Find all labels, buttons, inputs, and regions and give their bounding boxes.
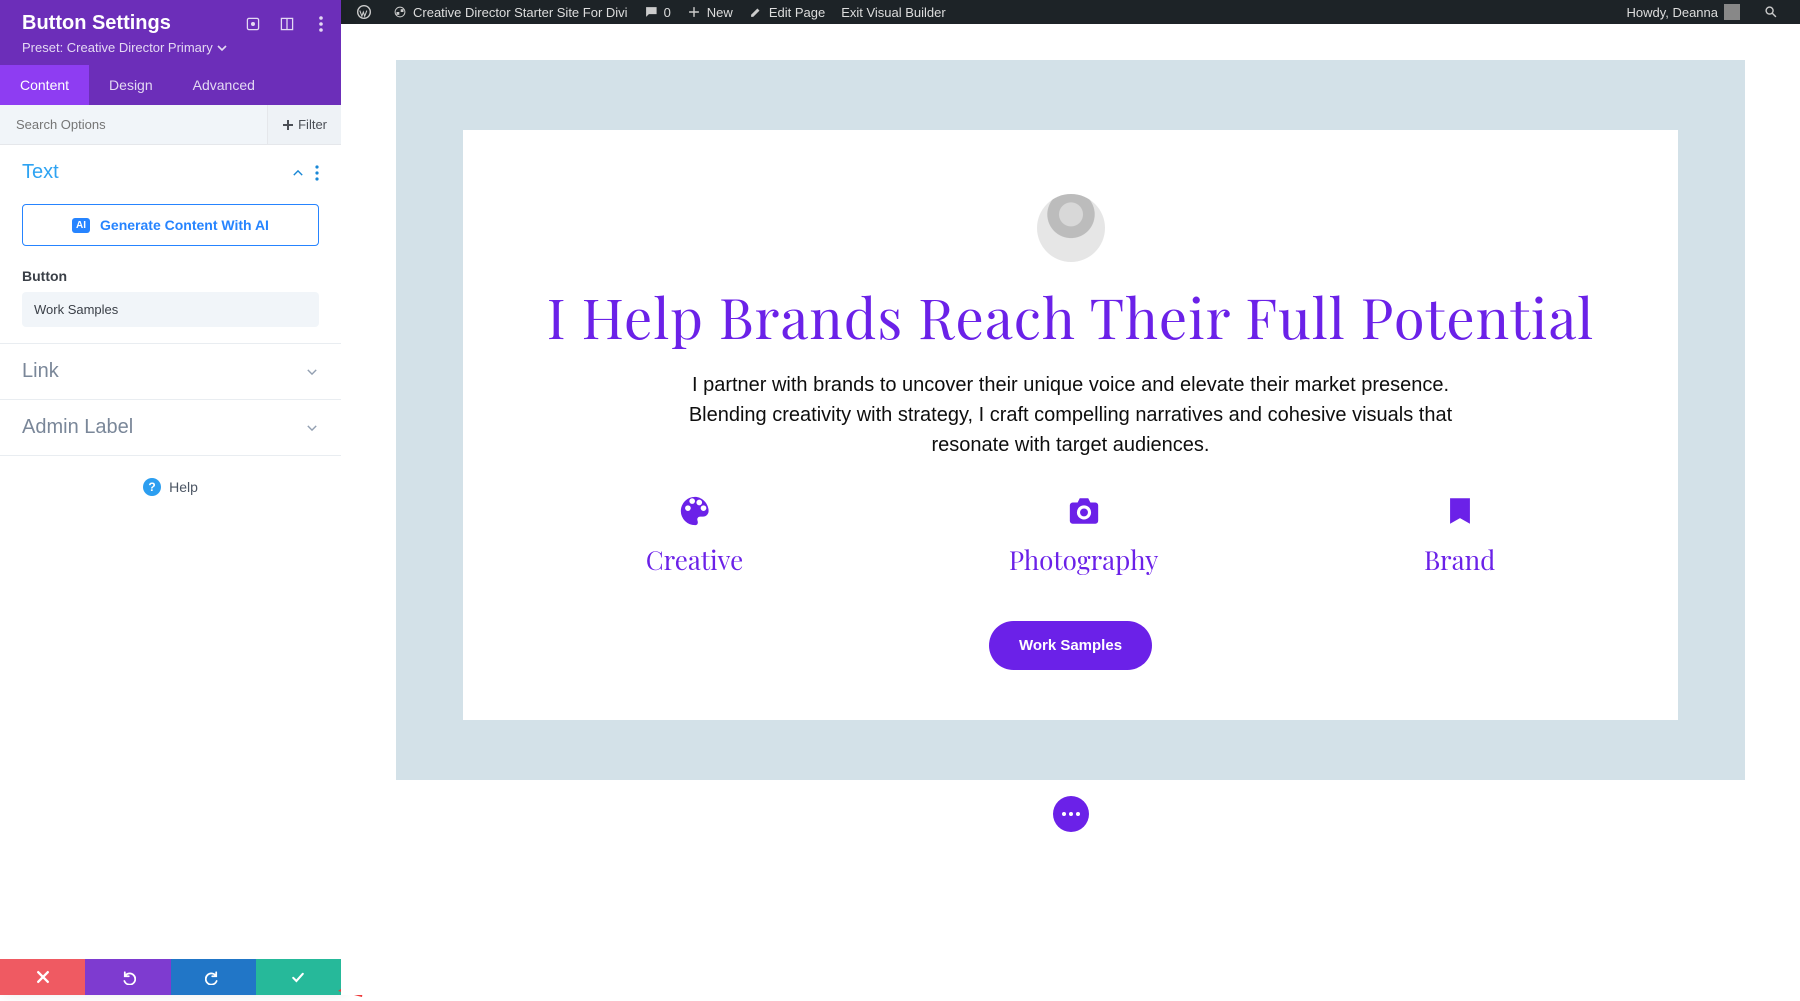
features-row: Creative Photography Brand	[513, 494, 1628, 577]
camera-icon	[1067, 494, 1101, 528]
builder-fab[interactable]	[1053, 796, 1089, 832]
wp-admin-bar: Creative Director Starter Site For Divi …	[341, 0, 1800, 24]
preset-dropdown[interactable]: Preset: Creative Director Primary	[22, 40, 319, 55]
page-canvas: I Help Brands Reach Their Full Potential…	[341, 24, 1800, 995]
layout-icon[interactable]	[275, 12, 299, 41]
hero-headline: I Help Brands Reach Their Full Potential	[513, 286, 1628, 348]
generate-ai-button[interactable]: AI Generate Content With AI	[22, 204, 319, 246]
menu-icon[interactable]	[309, 12, 333, 41]
undo-button[interactable]	[85, 959, 170, 995]
section-link-header[interactable]: Link	[22, 360, 319, 383]
responsive-icon[interactable]	[241, 12, 265, 41]
feature-brand: Brand	[1424, 494, 1495, 577]
section-text: Text AI Generate Content With AI Button …	[0, 145, 341, 344]
avatar-icon	[1724, 4, 1740, 20]
account-menu[interactable]: Howdy, Deanna	[1618, 0, 1748, 24]
more-icon[interactable]	[315, 165, 319, 181]
work-samples-button[interactable]: Work Samples	[989, 621, 1152, 670]
save-button[interactable]	[256, 959, 341, 995]
chevron-down-icon	[305, 421, 319, 435]
help-link[interactable]: ? Help	[0, 456, 341, 518]
settings-actions	[0, 959, 341, 995]
feature-creative: Creative	[646, 494, 744, 577]
ai-icon: AI	[72, 218, 90, 233]
palette-icon	[678, 494, 712, 528]
comments[interactable]: 0	[636, 0, 679, 24]
settings-header: Button Settings Preset: Creative Directo…	[0, 0, 341, 65]
button-field-label: Button	[22, 268, 319, 284]
settings-sidebar: Button Settings Preset: Creative Directo…	[0, 0, 341, 995]
new-content[interactable]: New	[679, 0, 741, 24]
author-avatar	[1037, 194, 1105, 262]
plus-icon	[282, 119, 294, 131]
site-title: Creative Director Starter Site For Divi	[413, 5, 628, 20]
chevron-down-icon	[217, 43, 227, 53]
edit-page[interactable]: Edit Page	[741, 0, 833, 24]
section-link: Link	[0, 344, 341, 400]
wp-logo[interactable]	[349, 0, 385, 24]
chevron-up-icon	[291, 166, 305, 180]
hero-card: I Help Brands Reach Their Full Potential…	[463, 130, 1678, 720]
filter-button[interactable]: Filter	[267, 105, 341, 144]
section-text-header[interactable]: Text	[22, 161, 319, 184]
hero-subtext: I partner with brands to uncover their u…	[671, 370, 1471, 460]
chevron-down-icon	[305, 365, 319, 379]
tab-advanced[interactable]: Advanced	[173, 65, 275, 105]
cancel-button[interactable]	[0, 959, 85, 995]
exit-visual-builder[interactable]: Exit Visual Builder	[833, 0, 954, 24]
comments-count: 0	[664, 5, 671, 20]
section-admin-label: Admin Label	[0, 400, 341, 456]
bookmark-icon	[1443, 494, 1477, 528]
section-admin-header[interactable]: Admin Label	[22, 416, 319, 439]
search-input[interactable]	[0, 105, 267, 144]
site-switcher[interactable]: Creative Director Starter Site For Divi	[385, 0, 636, 24]
options-search-row: Filter	[0, 105, 341, 145]
admin-search[interactable]	[1756, 0, 1792, 24]
tab-design[interactable]: Design	[89, 65, 173, 105]
redo-button[interactable]	[171, 959, 256, 995]
feature-photography: Photography	[1009, 494, 1158, 577]
tab-content[interactable]: Content	[0, 65, 89, 105]
help-icon: ?	[143, 478, 161, 496]
new-label: New	[707, 5, 733, 20]
settings-tabs: Content Design Advanced	[0, 65, 341, 105]
button-text-input[interactable]: Work Samples	[22, 292, 319, 327]
